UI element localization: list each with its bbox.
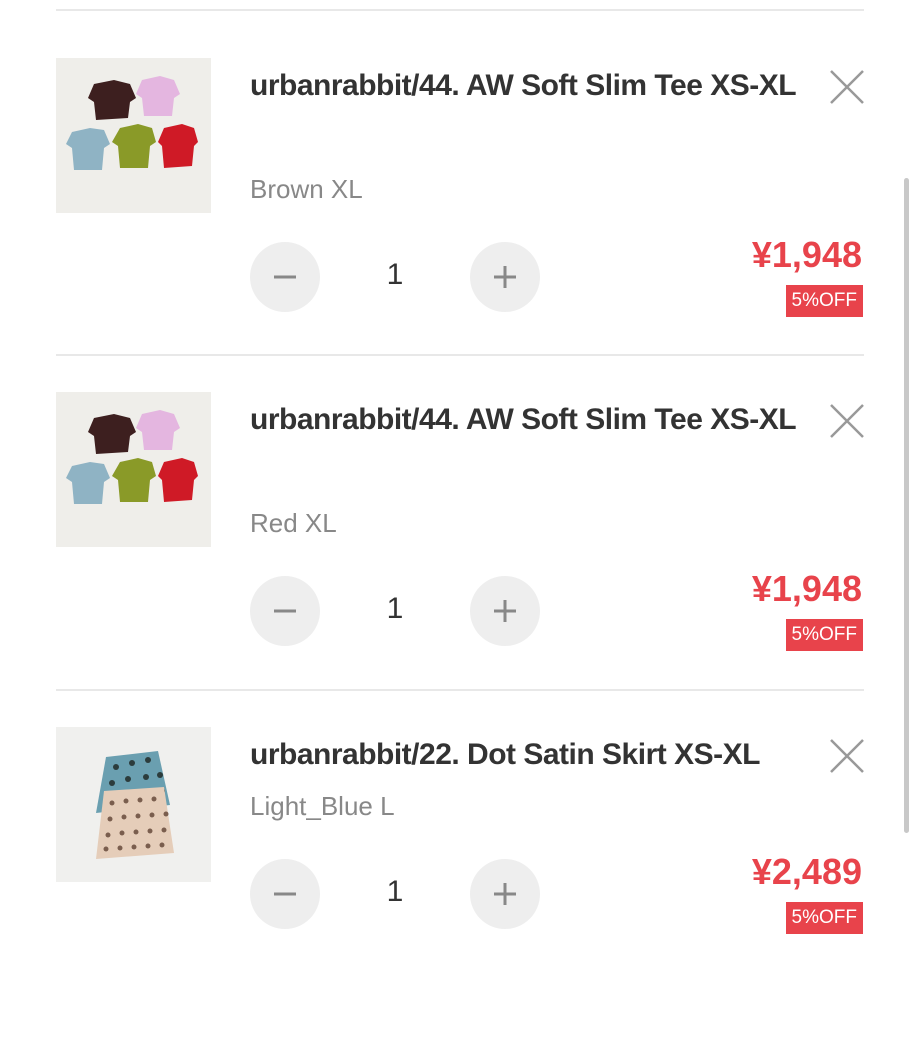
cart-item: urbanrabbit/44. AW Soft Slim Tee XS-XL R… xyxy=(0,392,920,722)
divider xyxy=(56,9,864,11)
product-image[interactable] xyxy=(56,727,211,882)
tshirt-set-photo-icon xyxy=(56,58,211,213)
divider xyxy=(56,354,864,356)
tshirt-set-photo-icon xyxy=(56,392,211,547)
minus-icon xyxy=(274,892,296,896)
plus-icon xyxy=(494,266,516,288)
product-image[interactable] xyxy=(56,392,211,547)
quantity-value: 1 xyxy=(386,875,404,908)
discount-badge: 5%OFF xyxy=(785,619,863,651)
discount-badge: 5%OFF xyxy=(785,902,863,934)
product-title[interactable]: urbanrabbit/44. AW Soft Slim Tee XS-XL xyxy=(250,60,810,112)
product-price: ¥1,948 xyxy=(751,234,862,275)
increase-quantity-button[interactable] xyxy=(470,859,540,929)
divider xyxy=(56,689,864,691)
cart-item: urbanrabbit/22. Dot Satin Skirt XS-XL Li… xyxy=(0,727,920,1057)
close-icon[interactable] xyxy=(828,402,866,440)
increase-quantity-button[interactable] xyxy=(470,576,540,646)
quantity-value: 1 xyxy=(386,258,404,291)
product-price: ¥2,489 xyxy=(751,851,862,892)
discount-badge: 5%OFF xyxy=(785,285,863,317)
plus-icon xyxy=(494,600,516,622)
product-variant: Red XL xyxy=(250,508,337,538)
dot-skirt-photo-icon xyxy=(56,727,211,882)
product-variant: Brown XL xyxy=(250,174,363,204)
minus-icon xyxy=(274,609,296,613)
plus-icon xyxy=(494,883,516,905)
decrease-quantity-button[interactable] xyxy=(250,576,320,646)
decrease-quantity-button[interactable] xyxy=(250,242,320,312)
quantity-value: 1 xyxy=(386,592,404,625)
close-icon[interactable] xyxy=(828,737,866,775)
minus-icon xyxy=(274,275,296,279)
product-variant: Light_Blue L xyxy=(250,791,395,821)
product-title[interactable]: urbanrabbit/44. AW Soft Slim Tee XS-XL xyxy=(250,394,810,446)
product-price: ¥1,948 xyxy=(751,568,862,609)
product-title[interactable]: urbanrabbit/22. Dot Satin Skirt XS-XL xyxy=(250,729,830,781)
increase-quantity-button[interactable] xyxy=(470,242,540,312)
close-icon[interactable] xyxy=(828,68,866,106)
cart-item: urbanrabbit/44. AW Soft Slim Tee XS-XL B… xyxy=(0,58,920,388)
product-image[interactable] xyxy=(56,58,211,213)
scrollbar[interactable] xyxy=(904,178,909,833)
decrease-quantity-button[interactable] xyxy=(250,859,320,929)
